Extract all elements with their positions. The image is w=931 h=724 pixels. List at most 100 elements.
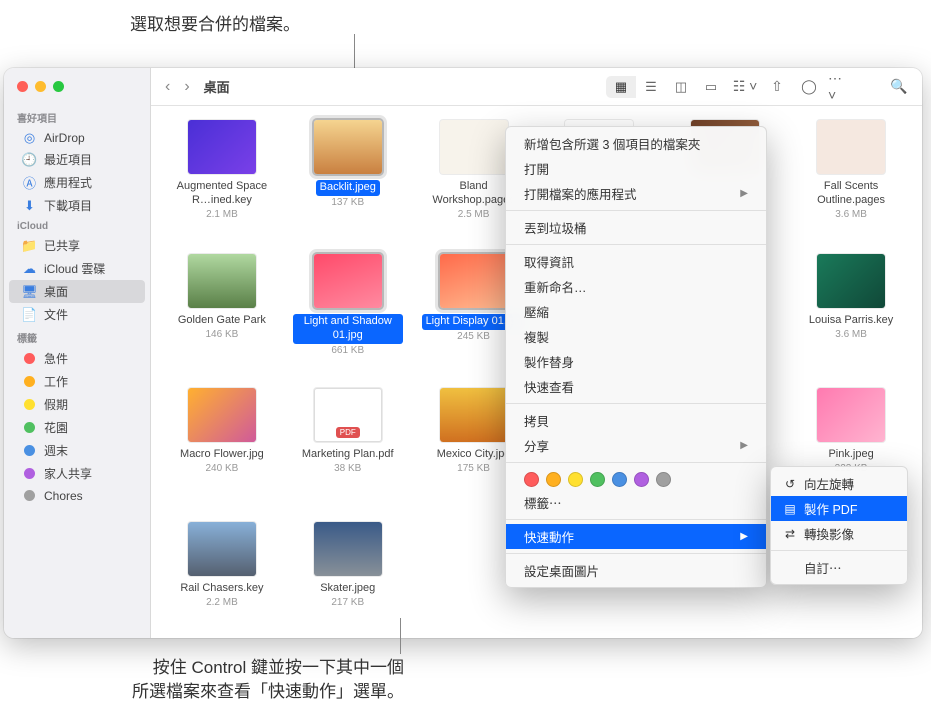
sidebar-item[interactable]: 花園 (9, 416, 145, 439)
sidebar-item[interactable]: ◎AirDrop (9, 127, 145, 148)
menu-item[interactable]: 製作替身 (506, 349, 766, 374)
tag-color-icon[interactable] (612, 472, 627, 487)
file-size: 3.6 MB (835, 329, 867, 340)
minimize-button[interactable] (35, 81, 46, 92)
file-item[interactable]: Louisa Parris.key3.6 MB (790, 254, 912, 384)
file-size: 2.5 MB (458, 209, 490, 220)
tag-dot-icon (22, 443, 37, 458)
menu-item-label: 打開 (524, 159, 549, 178)
sidebar-item[interactable]: ⬇下載項目 (9, 194, 145, 217)
sidebar-item[interactable]: 📄文件 (9, 303, 145, 326)
forward-button[interactable]: › (180, 78, 193, 96)
menu-item[interactable]: 設定桌面圖片 (506, 558, 766, 583)
sidebar-item[interactable]: 🖥桌面 (9, 280, 145, 303)
toolbar: ‹ › 桌面 ▦ ☰ ◫ ▭ ☷ ˅ ⇧ ◯ ⋯ ˅ 🔍 (151, 68, 922, 106)
submenu-item[interactable]: ↺向左旋轉 (771, 471, 907, 496)
chevron-right-icon: ▶ (740, 440, 748, 451)
sidebar-item[interactable]: ☁iCloud 雲碟 (9, 257, 145, 280)
sidebar-item[interactable]: 工作 (9, 370, 145, 393)
submenu-item-label: 製作 PDF (804, 499, 857, 518)
file-item[interactable]: Backlit.jpeg137 KB (287, 120, 409, 250)
menu-item[interactable]: 拷貝 (506, 408, 766, 433)
menu-item[interactable]: 丟到垃圾桶 (506, 215, 766, 240)
view-switcher[interactable]: ▦ ☰ ◫ ▭ (606, 76, 726, 98)
tag-color-icon[interactable] (568, 472, 583, 487)
back-button[interactable]: ‹ (161, 78, 174, 96)
shared-icon: 📁 (22, 238, 37, 253)
close-button[interactable] (17, 81, 28, 92)
menu-item[interactable]: 快速查看 (506, 374, 766, 399)
tag-dot-icon (22, 488, 37, 503)
callout-line (354, 34, 355, 68)
sidebar-item[interactable]: Ⓐ應用程式 (9, 171, 145, 194)
file-size: 137 KB (331, 197, 364, 208)
file-item[interactable]: Rail Chasers.key2.2 MB (161, 522, 283, 638)
action-icon: ↺ (783, 477, 797, 491)
tag-color-icon[interactable] (656, 472, 671, 487)
sidebar-item-label: 週末 (44, 442, 68, 459)
tag-color-icon[interactable] (546, 472, 561, 487)
menu-item[interactable]: 分享▶ (506, 433, 766, 458)
column-view-icon[interactable]: ◫ (666, 76, 696, 98)
file-item[interactable]: Skater.jpeg217 KB (287, 522, 409, 638)
sidebar-item[interactable]: 🕘最近項目 (9, 148, 145, 171)
share-icon[interactable]: ⇧ (764, 76, 790, 98)
group-menu-icon[interactable]: ☷ ˅ (732, 76, 758, 98)
sidebar-header: iCloud (4, 217, 150, 234)
sidebar: 喜好項目◎AirDrop🕘最近項目Ⓐ應用程式⬇下載項目iCloud📁已共享☁iC… (4, 68, 151, 638)
menu-item[interactable]: 打開 (506, 156, 766, 181)
menu-item[interactable]: 壓縮 (506, 299, 766, 324)
tags-icon[interactable]: ◯ (796, 76, 822, 98)
menu-item[interactable]: 重新命名… (506, 274, 766, 299)
menu-separator (506, 244, 766, 245)
file-size: 2.1 MB (206, 209, 238, 220)
file-name: Augmented Space R…ined.key (167, 180, 277, 208)
search-icon[interactable]: 🔍 (886, 76, 912, 98)
file-thumbnail (188, 120, 256, 174)
sidebar-item[interactable]: 急件 (9, 347, 145, 370)
menu-item[interactable]: 打開檔案的應用程式▶ (506, 181, 766, 206)
icon-view-icon[interactable]: ▦ (606, 76, 636, 98)
submenu-item[interactable]: ▤製作 PDF (771, 496, 907, 521)
menu-separator (506, 462, 766, 463)
sidebar-item-label: AirDrop (44, 131, 85, 145)
menu-item-label: 取得資訊 (524, 252, 574, 271)
menu-item[interactable]: 快速動作▶ (506, 524, 766, 549)
file-thumbnail (314, 388, 382, 442)
gallery-view-icon[interactable]: ▭ (696, 76, 726, 98)
tag-color-icon[interactable] (524, 472, 539, 487)
sidebar-item[interactable]: Chores (9, 485, 145, 506)
tag-color-icon[interactable] (590, 472, 605, 487)
file-item[interactable]: Macro Flower.jpg240 KB (161, 388, 283, 518)
submenu-item[interactable]: ⇄轉換影像 (771, 521, 907, 546)
menu-item[interactable]: 取得資訊 (506, 249, 766, 274)
menu-item-label: 快速動作 (524, 527, 574, 546)
callout-line (400, 618, 401, 654)
file-size: 38 KB (334, 463, 361, 474)
file-thumbnail (188, 254, 256, 308)
file-item[interactable]: Marketing Plan.pdf38 KB (287, 388, 409, 518)
submenu-item[interactable]: 自訂⋯ (771, 555, 907, 580)
file-size: 245 KB (457, 331, 490, 342)
sidebar-item[interactable]: 📁已共享 (9, 234, 145, 257)
file-item[interactable]: Fall Scents Outline.pages3.6 MB (790, 120, 912, 250)
apps-icon: Ⓐ (22, 175, 37, 190)
menu-item-label: 壓縮 (524, 302, 549, 321)
sidebar-item[interactable]: 家人共享 (9, 462, 145, 485)
tag-color-icon[interactable] (634, 472, 649, 487)
file-item[interactable]: Golden Gate Park146 KB (161, 254, 283, 384)
sidebar-item[interactable]: 週末 (9, 439, 145, 462)
menu-item-label: 重新命名… (524, 277, 587, 296)
menu-item[interactable]: 新增包含所選 3 個項目的檔案夾 (506, 131, 766, 156)
menu-item[interactable]: 複製 (506, 324, 766, 349)
file-name: Backlit.jpeg (316, 180, 380, 196)
menu-item[interactable]: 標籤⋯ (506, 490, 766, 515)
list-view-icon[interactable]: ☰ (636, 76, 666, 98)
file-item[interactable]: Light and Shadow 01.jpg661 KB (287, 254, 409, 384)
sidebar-item[interactable]: 假期 (9, 393, 145, 416)
zoom-button[interactable] (53, 81, 64, 92)
menu-item-label: 設定桌面圖片 (524, 561, 599, 580)
menu-item-label: 拷貝 (524, 411, 549, 430)
more-icon[interactable]: ⋯ ˅ (828, 76, 854, 98)
file-item[interactable]: Augmented Space R…ined.key2.1 MB (161, 120, 283, 250)
